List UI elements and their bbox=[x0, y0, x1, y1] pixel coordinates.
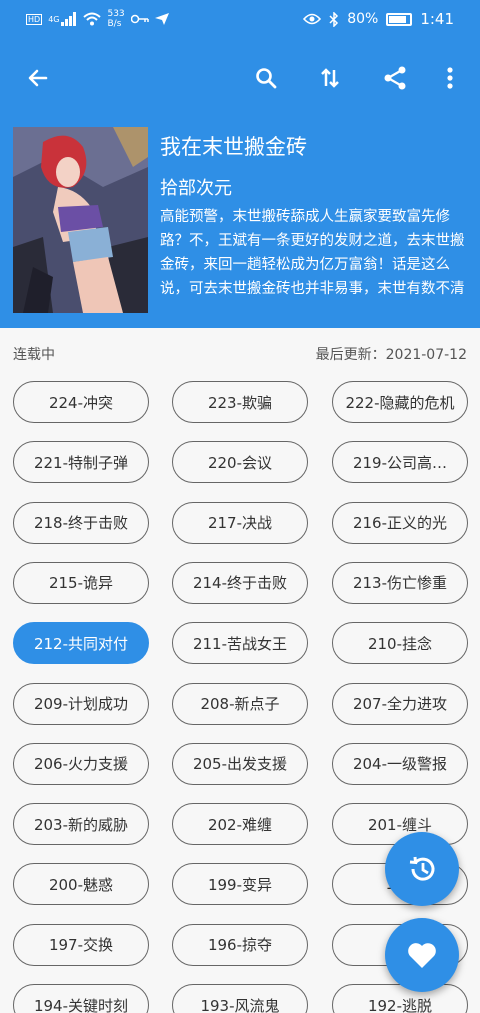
app-bar bbox=[0, 40, 480, 116]
chapter-chip[interactable]: 211-苦战女王 bbox=[172, 622, 308, 665]
share-button[interactable] bbox=[375, 58, 415, 98]
chapter-chip[interactable]: 208-新点子 bbox=[172, 682, 308, 725]
chapter-chip[interactable]: 203-新的威胁 bbox=[13, 803, 149, 846]
serial-status: 连载中 bbox=[13, 347, 55, 363]
net-speed: 533 B/s bbox=[107, 9, 125, 29]
battery-percent: 80% bbox=[347, 11, 379, 27]
chapter-chip[interactable]: 217-决战 bbox=[172, 501, 308, 544]
share-icon bbox=[384, 66, 406, 90]
chapter-chip[interactable]: 202-难缠 bbox=[172, 803, 308, 846]
chapter-chip[interactable]: 213-伤亡惨重 bbox=[332, 561, 468, 604]
chapter-chip[interactable]: 207-全力进攻 bbox=[332, 682, 468, 725]
sort-icon bbox=[321, 68, 339, 88]
history-fab[interactable] bbox=[385, 832, 459, 906]
book-title: 我在末世搬金砖 bbox=[160, 135, 307, 159]
eye-icon bbox=[303, 13, 322, 25]
hd-icon: HD bbox=[26, 13, 43, 25]
chapter-chip[interactable]: 194-关键时刻 bbox=[13, 984, 149, 1013]
chapter-chip[interactable]: 192-逃脱 bbox=[332, 984, 468, 1013]
more-vert-icon bbox=[447, 67, 453, 89]
chapter-chip[interactable]: 196-掠夺 bbox=[172, 923, 308, 966]
status-right: 80% 1:41 bbox=[303, 10, 454, 28]
wifi-icon bbox=[83, 12, 102, 26]
network-type: 4G bbox=[48, 14, 60, 24]
chapter-chip[interactable]: 214-终于击败 bbox=[172, 561, 308, 604]
arrow-left-icon bbox=[28, 69, 48, 87]
book-header: 我在末世搬金砖 拾部次元 高能预警，末世搬砖舔成人生赢家要致富先修路？不，王斌有… bbox=[0, 116, 480, 328]
last-updated: 最后更新：2021-07-12 bbox=[315, 347, 467, 363]
chapter-chip[interactable]: 197-交换 bbox=[13, 923, 149, 966]
sort-button[interactable] bbox=[310, 58, 350, 98]
book-description: 高能预警，末世搬砖舔成人生赢家要致富先修路？不，王斌有一条更好的发财之道，去末世… bbox=[160, 209, 465, 297]
search-button[interactable] bbox=[246, 58, 286, 98]
more-button[interactable] bbox=[430, 58, 470, 98]
bluetooth-icon bbox=[329, 11, 339, 27]
clock: 1:41 bbox=[420, 10, 454, 28]
back-button[interactable] bbox=[18, 58, 58, 98]
book-author: 拾部次元 bbox=[160, 178, 232, 199]
chapter-chip[interactable]: 220-会议 bbox=[172, 441, 308, 484]
favorite-fab[interactable] bbox=[385, 918, 459, 992]
chapter-chip[interactable]: 218-终于击败 bbox=[13, 501, 149, 544]
chapter-chip[interactable]: 210-挂念 bbox=[332, 622, 468, 665]
history-icon bbox=[409, 856, 435, 881]
chapter-chip[interactable]: 206-火力支援 bbox=[13, 742, 149, 785]
search-icon bbox=[256, 68, 277, 89]
chapter-chip[interactable]: 221-特制子弹 bbox=[13, 441, 149, 484]
chapter-chip[interactable]: 222-隐藏的危机 bbox=[332, 381, 468, 423]
chapter-chip[interactable]: 193-风流鬼 bbox=[172, 984, 308, 1013]
status-left: HD 4G 533 B/s bbox=[26, 9, 169, 29]
chapter-chip[interactable]: 205-出发支援 bbox=[172, 742, 308, 785]
chapter-chip[interactable]: 209-计划成功 bbox=[13, 682, 149, 725]
chapter-chip[interactable]: 224-冲突 bbox=[13, 381, 149, 423]
send-icon bbox=[154, 13, 169, 25]
chapter-chip[interactable]: 215-诡异 bbox=[13, 561, 149, 604]
battery-icon bbox=[386, 12, 413, 26]
signal-icon bbox=[61, 12, 77, 26]
chapter-chip[interactable]: 216-正义的光 bbox=[332, 501, 468, 544]
chapter-chip[interactable]: 212-共同对付 bbox=[13, 622, 149, 665]
heart-icon bbox=[408, 943, 436, 968]
key-icon bbox=[130, 14, 149, 24]
chapter-chip[interactable]: 223-欺骗 bbox=[172, 381, 308, 423]
chapter-chip[interactable]: 200-魅惑 bbox=[13, 863, 149, 906]
book-cover-image bbox=[13, 127, 148, 313]
chapter-chip[interactable]: 204-一级警报 bbox=[332, 742, 468, 785]
chapter-chip[interactable]: 199-变异 bbox=[172, 863, 308, 906]
status-bar: HD 4G 533 B/s 80% 1:41 bbox=[0, 0, 480, 40]
chapter-chip[interactable]: 219-公司高… bbox=[332, 441, 468, 484]
